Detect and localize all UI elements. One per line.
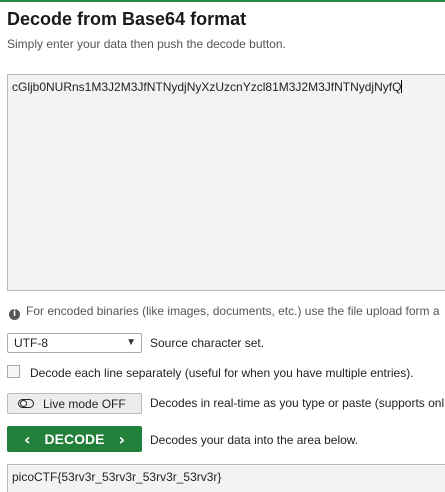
chevron-left-icon: ‹ — [23, 429, 31, 449]
page-title: Decode from Base64 format — [7, 9, 247, 29]
decode-button-label: DECODE — [44, 431, 105, 447]
decode-each-line-label[interactable]: Decode each line separately (useful for … — [30, 366, 414, 380]
output-text: picoCTF{53rv3r_53rv3r_53rv3r_53rv3r} — [12, 470, 222, 484]
live-mode-toggle-button[interactable]: Live mode OFF — [7, 393, 142, 414]
decode-description: Decodes your data into the area below. — [150, 433, 359, 447]
info-icon: i — [9, 309, 20, 320]
decode-page: Decode from Base64 format Simply enter y… — [0, 0, 445, 492]
live-mode-label: Live mode OFF — [43, 396, 126, 411]
text-caret — [401, 80, 403, 93]
base64-input-textarea[interactable]: cGljb0NURns1M3J2M3JfNTNydjNyXzUzcnYzcl81… — [7, 74, 445, 291]
hint-text: For encoded binaries (like images, docum… — [26, 304, 440, 318]
charset-label: Source character set. — [150, 336, 265, 350]
charset-selected-value: UTF-8 — [14, 336, 48, 350]
chevron-down-icon: ▼ — [126, 337, 136, 348]
charset-select[interactable]: UTF-8 ▼ — [7, 333, 142, 353]
decode-button[interactable]: ‹ DECODE › — [7, 426, 142, 452]
decode-each-line-checkbox[interactable] — [7, 365, 20, 378]
input-text: cGljb0NURns1M3J2M3JfNTNydjNyXzUzcnYzcl81… — [12, 80, 402, 94]
decoded-output-textarea[interactable]: picoCTF{53rv3r_53rv3r_53rv3r_53rv3r} — [7, 464, 445, 492]
live-mode-description: Decodes in real-time as you type or past… — [150, 396, 445, 410]
toggle-off-icon — [18, 399, 34, 408]
file-upload-hint: i For encoded binaries (like images, docu… — [9, 304, 440, 320]
chevron-right-icon: › — [118, 429, 126, 449]
page-subtitle: Simply enter your data then push the dec… — [7, 37, 286, 51]
